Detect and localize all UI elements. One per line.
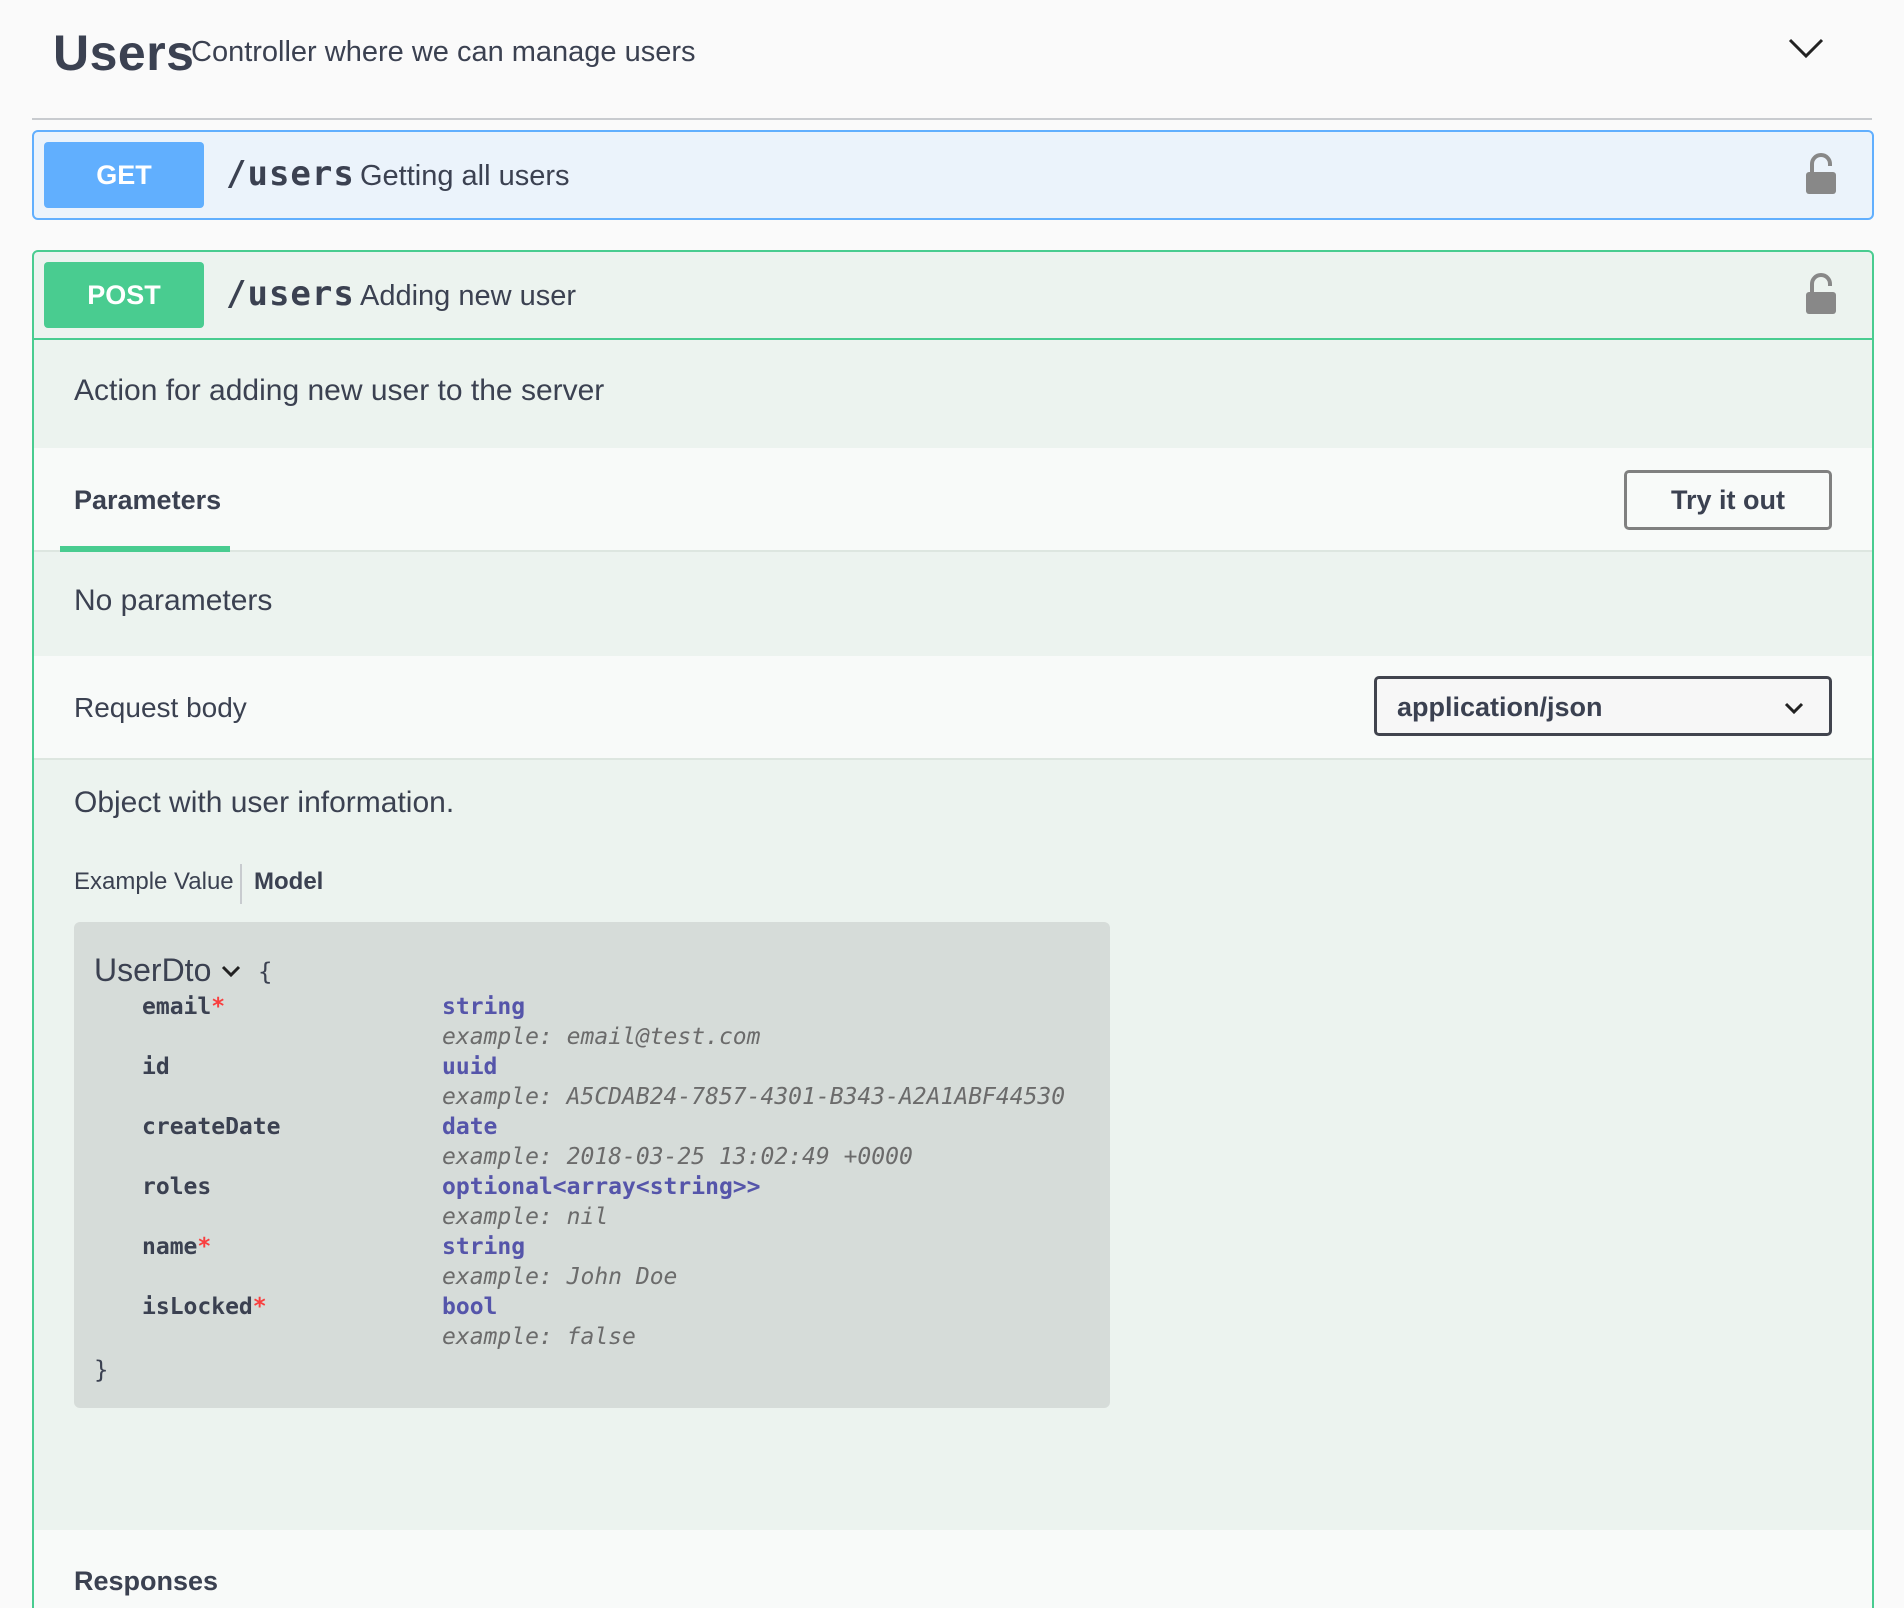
responses-label: Responses: [74, 1566, 219, 1596]
section-header[interactable]: Users Controller where we can manage use…: [32, 0, 1872, 120]
property-name-text: id: [142, 1054, 170, 1080]
opblock-summary[interactable]: GET /users Getting all users: [34, 132, 1872, 220]
property-name: email*: [142, 994, 225, 1020]
property-type: date: [442, 1114, 498, 1140]
try-it-out-button[interactable]: Try it out: [1624, 470, 1832, 530]
property-name: roles: [142, 1174, 211, 1200]
property-type: optional<array<string>>: [442, 1174, 761, 1200]
parameters-header: Parameters Try it out: [34, 448, 1872, 552]
lock-icon[interactable]: [1804, 152, 1838, 196]
tab-model[interactable]: Model: [254, 868, 323, 896]
chevron-down-icon[interactable]: [220, 960, 242, 982]
content-type-value: application/json: [1397, 692, 1603, 722]
request-body-header: Request body application/json: [34, 656, 1872, 760]
section-description: Controller where we can manage users: [191, 36, 696, 68]
property-type: string: [442, 994, 526, 1020]
op-summary-description: Adding new user: [360, 280, 577, 312]
property-example: example: nil: [442, 1204, 609, 1230]
property-example: example: email@test.com: [442, 1024, 761, 1050]
property-name: id: [142, 1054, 170, 1080]
tab-divider: [240, 864, 242, 904]
property-type: uuid: [442, 1054, 498, 1080]
property-name-text: isLocked: [142, 1294, 253, 1320]
property-example: example: 2018-03-25 13:02:49 +0000: [442, 1144, 913, 1170]
required-star: *: [197, 1234, 212, 1260]
property-name: name*: [142, 1234, 211, 1260]
method-badge: GET: [44, 142, 204, 208]
op-path: /users: [226, 154, 355, 194]
request-body-description: Object with user information.: [74, 786, 455, 819]
section-title: Users: [53, 25, 195, 81]
responses-header: Responses: [34, 1530, 1872, 1608]
required-star: *: [211, 994, 226, 1020]
property-name: isLocked*: [142, 1294, 267, 1320]
chevron-down-icon: [1784, 702, 1804, 715]
method-badge: POST: [44, 262, 204, 328]
property-name-text: createDate: [142, 1114, 281, 1140]
opblock-summary[interactable]: POST /users Adding new user: [34, 252, 1872, 340]
opblock-post-users: POST /users Adding new user Action for a…: [32, 250, 1874, 1608]
property-name-text: email: [142, 994, 212, 1020]
property-name: createDate: [142, 1114, 280, 1140]
brace-open: {: [258, 958, 273, 986]
model-title[interactable]: UserDto: [94, 952, 211, 989]
op-description: Action for adding new user to the server: [34, 342, 1872, 448]
lock-icon[interactable]: [1804, 272, 1838, 316]
op-description-text: Action for adding new user to the server: [74, 374, 605, 407]
required-star: *: [252, 1294, 267, 1320]
no-parameters-text: No parameters: [74, 584, 273, 617]
model-box: UserDto { email* string example: email@t…: [74, 922, 1110, 1408]
tab-parameters[interactable]: Parameters: [60, 448, 230, 552]
tab-parameters-label: Parameters: [74, 485, 222, 515]
property-example: example: A5CDAB24-7857-4301-B343-A2A1ABF…: [442, 1084, 1066, 1110]
op-path: /users: [226, 274, 355, 314]
property-name-text: name: [142, 1234, 198, 1260]
property-type: bool: [442, 1294, 498, 1320]
op-summary-description: Getting all users: [360, 160, 570, 192]
property-type: string: [442, 1234, 526, 1260]
brace-close: }: [94, 1356, 109, 1384]
property-name-text: roles: [142, 1174, 212, 1200]
content-type-select[interactable]: application/json: [1374, 676, 1832, 736]
property-example: example: John Doe: [442, 1264, 678, 1290]
property-example: example: false: [442, 1324, 636, 1350]
chevron-down-icon[interactable]: [1786, 28, 1826, 68]
opblock-get-users: GET /users Getting all users: [32, 130, 1874, 220]
request-body-label: Request body: [74, 692, 247, 723]
parameters-body: No parameters: [34, 552, 1872, 656]
tab-example-value[interactable]: Example Value: [74, 868, 234, 896]
